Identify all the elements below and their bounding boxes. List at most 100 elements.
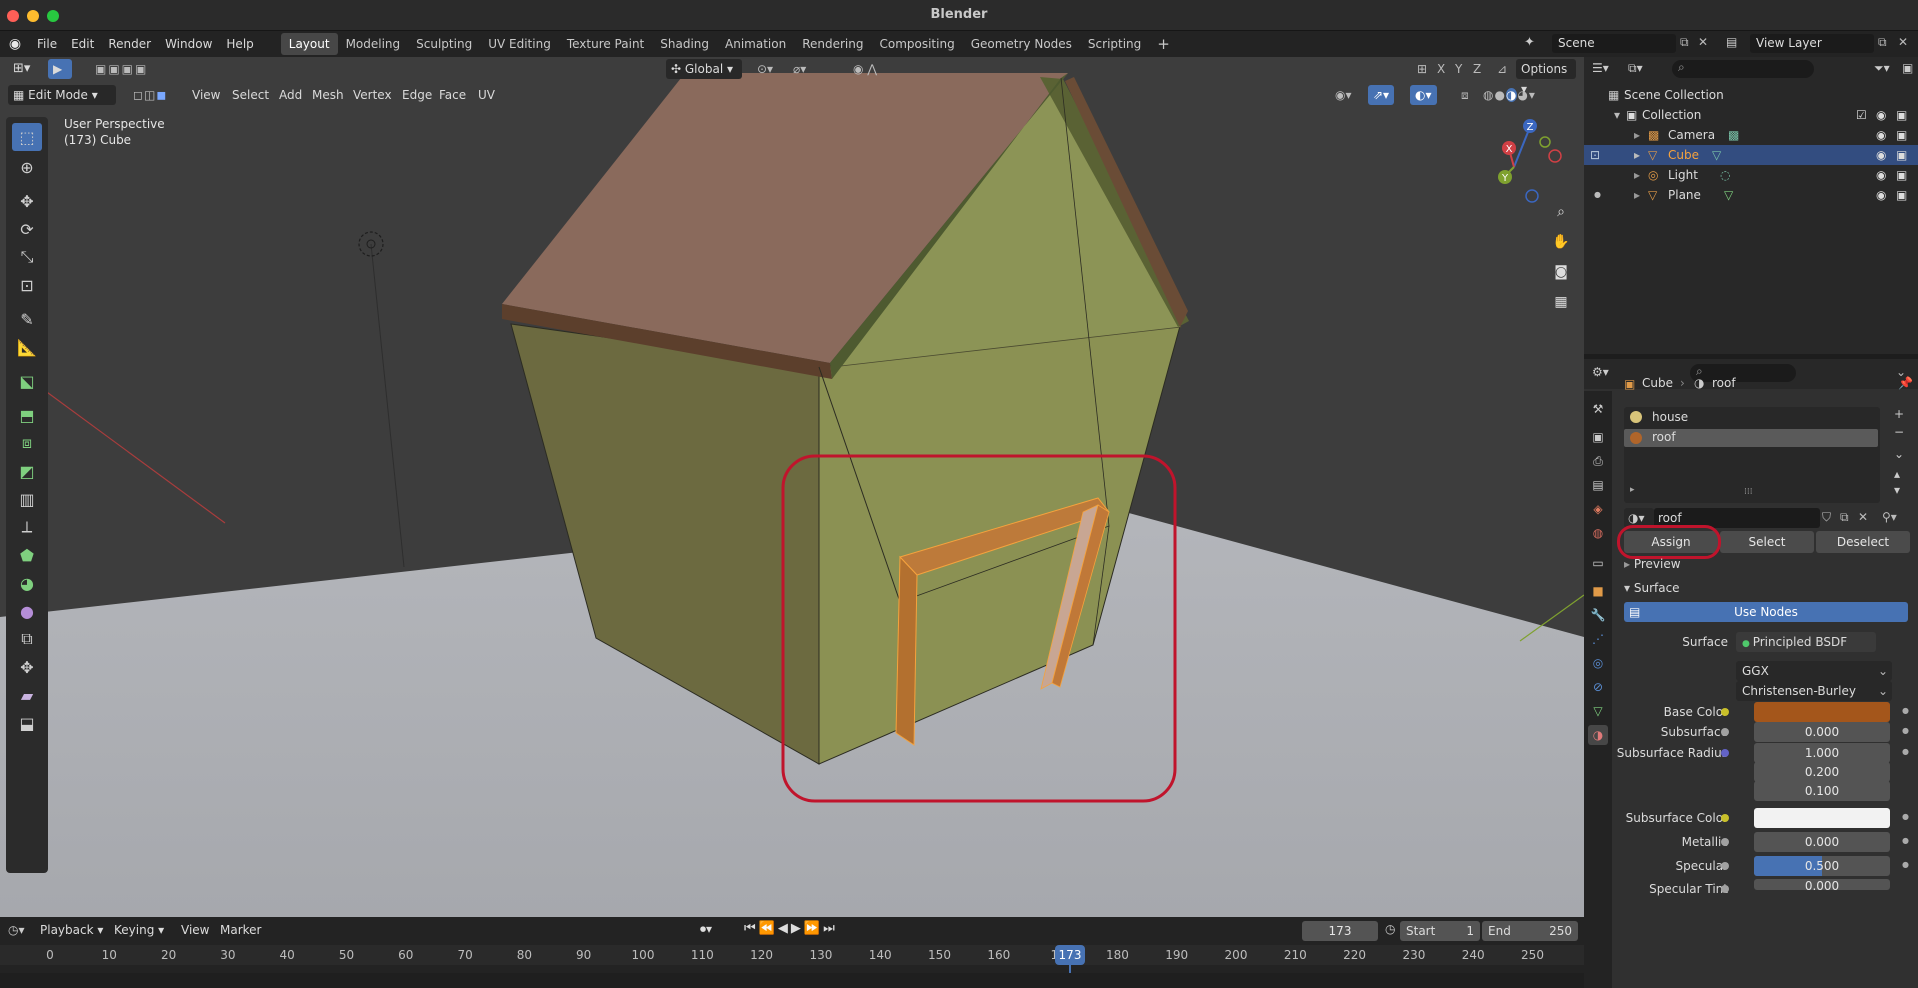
tool-tab-icon[interactable]: ⚒	[1588, 399, 1608, 419]
eye-icon[interactable]: ◉	[1876, 185, 1886, 205]
editor-type-icon[interactable]: ⊞▾	[8, 59, 35, 79]
specular-slider[interactable]: 0.500	[1754, 856, 1890, 876]
new-view-layer-icon[interactable]: ⧉	[1878, 35, 1887, 50]
properties-editor-icon[interactable]: ⚙▾	[1592, 365, 1609, 379]
transform-tool-icon[interactable]: ⊡	[12, 271, 42, 299]
unlink-material-icon[interactable]: ✕	[1858, 510, 1868, 524]
mode-selector[interactable]: ▦ Edit Mode ▾	[8, 85, 116, 105]
properties-search-input[interactable]: ⌕	[1690, 364, 1796, 382]
scene-selector[interactable]: Scene	[1552, 34, 1676, 53]
pivot-point-icon[interactable]: ⊙▾	[752, 59, 778, 79]
node-tree-icon[interactable]: ⚲▾	[1882, 510, 1897, 524]
select-tool-icon[interactable]: ⬚	[12, 123, 42, 151]
tab-geometry-nodes[interactable]: Geometry Nodes	[963, 33, 1080, 55]
select-box-icon[interactable]: ▶	[48, 59, 72, 79]
menu-mesh[interactable]: Mesh	[307, 85, 349, 105]
navigation-gizmo[interactable]: Z X Y	[1490, 115, 1570, 205]
start-frame-field[interactable]: Start 1	[1400, 921, 1480, 941]
tab-modeling[interactable]: Modeling	[338, 33, 409, 55]
shear-tool-icon[interactable]: ▰	[12, 681, 42, 709]
particles-tab-icon[interactable]: ⋰	[1588, 629, 1608, 649]
tab-shading[interactable]: Shading	[652, 33, 717, 55]
keyframe-dot-icon[interactable]: ●	[1902, 747, 1909, 756]
delete-view-layer-icon[interactable]: ✕	[1898, 35, 1908, 49]
select-mode-toggles[interactable]: ◻◫◼	[128, 85, 172, 105]
subsurface-radius-x-field[interactable]: 1.000	[1754, 743, 1890, 763]
remove-slot-icon[interactable]: −	[1894, 425, 1904, 439]
3d-viewport[interactable]: ⊞▾ ▶ ▣▣▣▣ ▦ Edit Mode ▾ ◻◫◼ View Select …	[0, 57, 1584, 917]
collection-tab-icon[interactable]: ▭	[1588, 553, 1608, 573]
subsurface-color-swatch[interactable]	[1754, 808, 1890, 828]
proportional-edit-icon[interactable]: ◉ ⋀	[848, 59, 882, 79]
annotate-tool-icon[interactable]: ✎	[12, 305, 42, 333]
zoom-icon[interactable]: ⌕	[1548, 199, 1574, 225]
overlays-toggle-icon[interactable]: ◐▾	[1410, 85, 1437, 105]
outliner-item-cube[interactable]: ⊡ ▸ ▽ Cube ▽ ◉ ▣	[1584, 145, 1918, 165]
move-slot-down-icon[interactable]: ▾	[1894, 483, 1900, 497]
keyframe-dot-icon[interactable]: ●	[1902, 836, 1909, 845]
view-menu[interactable]: View	[181, 923, 209, 937]
blender-logo-icon[interactable]: ◉	[0, 36, 30, 52]
expand-arrow-icon[interactable]: ▸	[1634, 145, 1640, 165]
scene-tab-icon[interactable]: ◈	[1588, 499, 1608, 519]
specular-tint-field[interactable]: 0.000	[1754, 879, 1890, 890]
rotate-tool-icon[interactable]: ⟳	[12, 215, 42, 243]
poly-build-tool-icon[interactable]: ⬟	[12, 541, 42, 569]
fake-user-icon[interactable]: ⛉	[1822, 510, 1831, 525]
world-tab-icon[interactable]: ◍	[1588, 523, 1608, 543]
expand-arrow-icon[interactable]: ▸	[1634, 185, 1640, 205]
xray-toggle-icon[interactable]: ⧈	[1456, 85, 1474, 105]
scale-tool-icon[interactable]: ⤡	[12, 243, 42, 271]
select-button[interactable]: Select	[1720, 531, 1814, 553]
spin-tool-icon[interactable]: ◕	[12, 569, 42, 597]
add-cube-tool-icon[interactable]: ⬕	[12, 367, 42, 395]
subsurface-field[interactable]: 0.000	[1754, 722, 1890, 742]
surface-shader-field[interactable]: ● Principled BSDF	[1736, 632, 1876, 652]
outliner-item-plane[interactable]: ● ▸ ▽ Plane ▽ ◉ ▣	[1584, 185, 1918, 205]
outliner-item-camera[interactable]: ▸ ▩ Camera ▩ ◉ ▣	[1584, 125, 1918, 145]
mirror-x-toggle[interactable]: X	[1432, 59, 1450, 79]
menu-select[interactable]: Select	[227, 85, 274, 105]
outliner-collection[interactable]: ▾ ▣ Collection ☑ ◉ ▣	[1584, 105, 1918, 125]
camera-view-icon[interactable]: ◙	[1548, 259, 1574, 285]
snap-icon[interactable]: ⌀▾	[788, 59, 811, 79]
tab-uv-editing[interactable]: UV Editing	[480, 33, 559, 55]
material-slot-item-selected[interactable]: roof	[1624, 429, 1878, 447]
inset-tool-icon[interactable]: ⧈	[12, 429, 42, 457]
eye-icon[interactable]: ◉	[1876, 145, 1886, 165]
bevel-tool-icon[interactable]: ◩	[12, 457, 42, 485]
deselect-button[interactable]: Deselect	[1816, 531, 1910, 553]
timeline-editor-icon[interactable]: ◷▾	[8, 923, 25, 937]
eye-icon[interactable]: ◉	[1876, 125, 1886, 145]
object-tab-icon[interactable]: ■	[1588, 581, 1608, 601]
menu-face[interactable]: Face	[434, 85, 471, 105]
cursor-tool-icon[interactable]: ⊕	[12, 153, 42, 181]
keyframe-dot-icon[interactable]: ●	[1902, 706, 1909, 715]
tab-rendering[interactable]: Rendering	[794, 33, 871, 55]
ortho-grid-icon[interactable]: ▦	[1548, 289, 1574, 315]
menu-uv[interactable]: UV	[473, 85, 500, 105]
loop-cut-tool-icon[interactable]: ▥	[12, 485, 42, 513]
move-tool-icon[interactable]: ✥	[12, 187, 42, 215]
keyframe-dot-icon[interactable]: ●	[1902, 812, 1909, 821]
tab-scripting[interactable]: Scripting	[1080, 33, 1149, 55]
smooth-tool-icon[interactable]: ●	[12, 597, 42, 625]
material-slots-list[interactable]: house roof ▸ ⁞⁞⁞	[1624, 407, 1880, 503]
view-layer-icon[interactable]: ▤	[1726, 35, 1737, 49]
shading-modes-icons[interactable]: ◍●◑◕▾	[1478, 85, 1541, 105]
visibility-icon[interactable]: ◉▾	[1330, 85, 1357, 105]
extrude-tool-icon[interactable]: ⬒	[12, 401, 42, 429]
menu-add[interactable]: Add	[274, 85, 307, 105]
add-slot-icon[interactable]: +	[1894, 407, 1904, 421]
duplicate-material-icon[interactable]: ⧉	[1840, 510, 1849, 525]
delete-scene-icon[interactable]: ✕	[1698, 35, 1708, 49]
slot-specials-icon[interactable]: ⌄	[1894, 447, 1904, 461]
exclude-checkbox[interactable]: ☑	[1856, 105, 1867, 125]
end-frame-field[interactable]: End 250	[1482, 921, 1578, 941]
transform-orientation[interactable]: ✣ Global ▾	[666, 59, 742, 79]
tab-compositing[interactable]: Compositing	[871, 33, 962, 55]
keyframe-dot-icon[interactable]: ●	[1902, 726, 1909, 735]
tab-layout[interactable]: Layout	[280, 33, 338, 55]
display-mode-icon[interactable]: ⧉▾	[1628, 61, 1643, 76]
eye-icon[interactable]: ◉	[1876, 165, 1886, 185]
